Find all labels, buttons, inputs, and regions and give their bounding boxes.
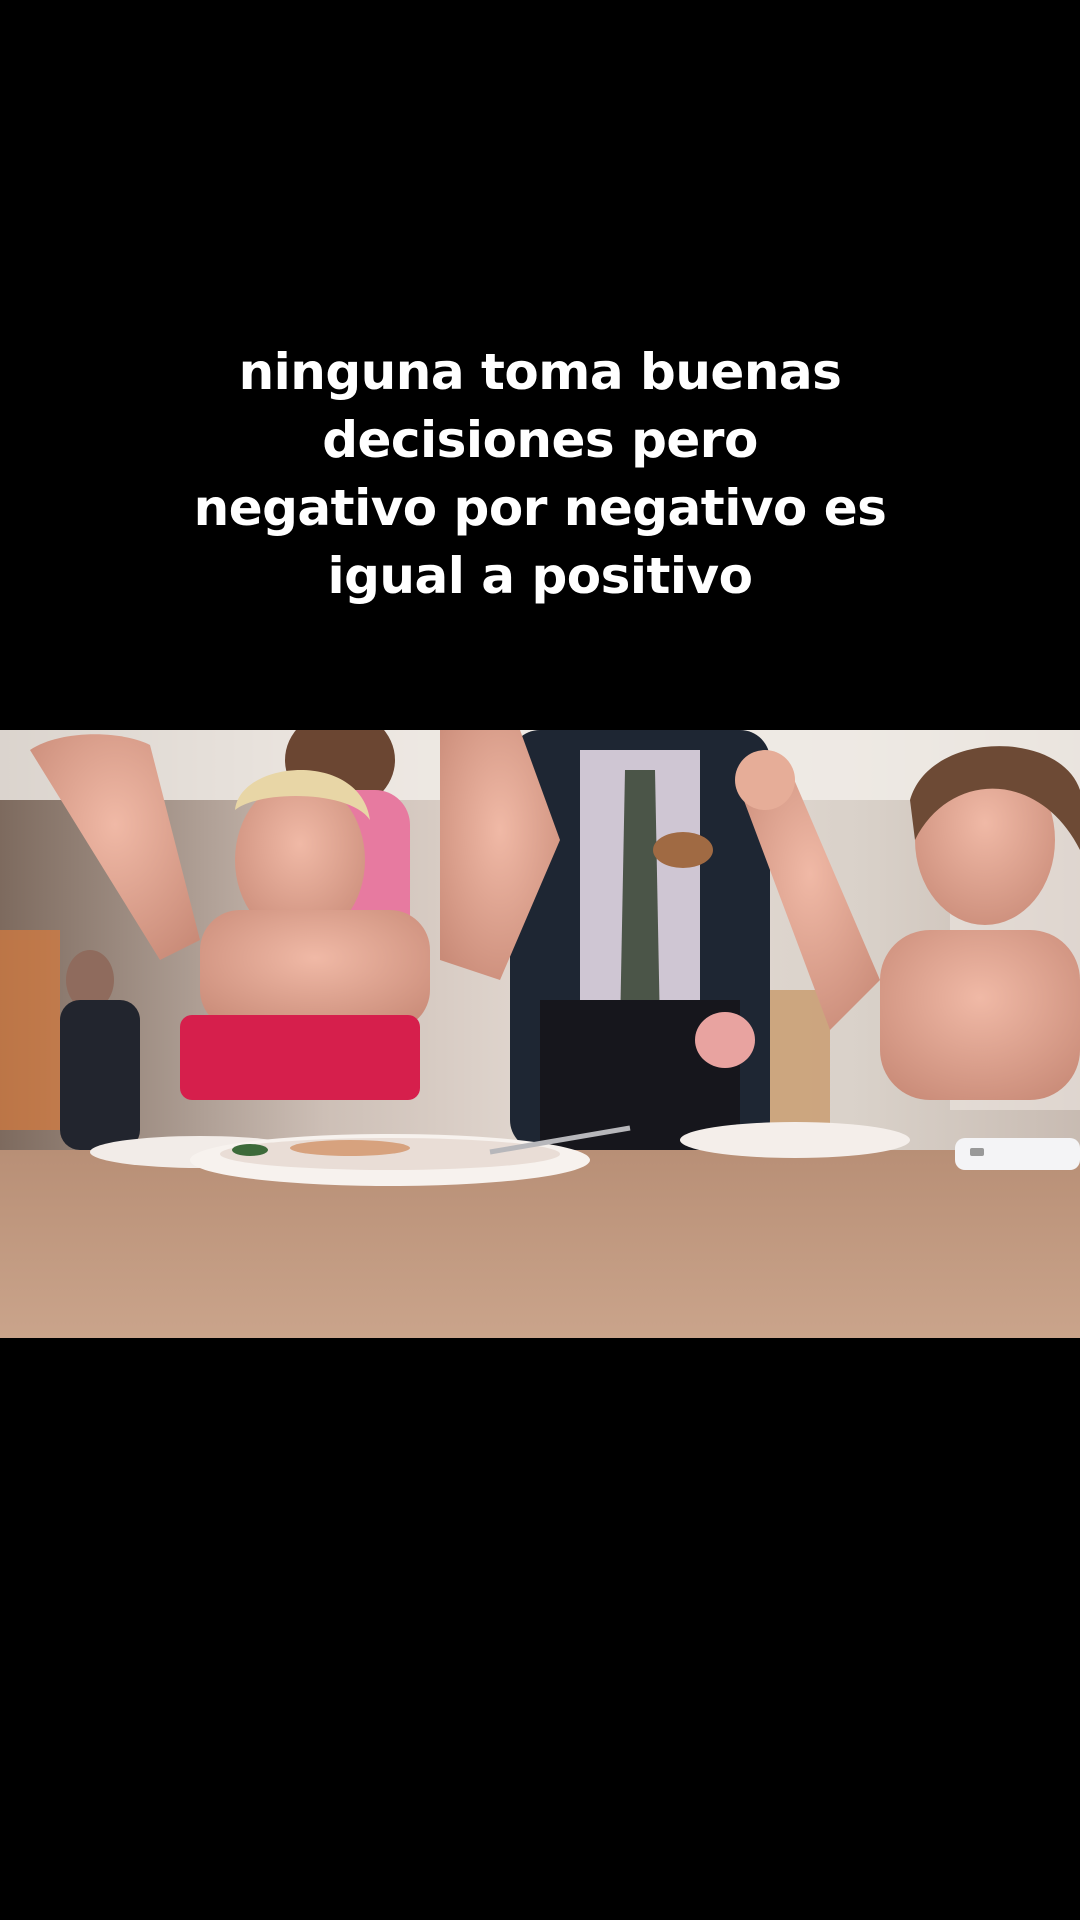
video-caption: ninguna toma buenas decisiones pero nega… xyxy=(0,338,1080,610)
background-person xyxy=(60,1000,140,1150)
red-dress xyxy=(180,1015,420,1100)
caption-line-1: ninguna toma buenas xyxy=(238,343,842,401)
video-screen[interactable]: ninguna toma buenas decisiones pero nega… xyxy=(0,0,1080,1920)
video-frame-image xyxy=(0,730,1080,1338)
plate-right xyxy=(680,1122,910,1158)
hand xyxy=(695,1012,755,1068)
food-in-hand xyxy=(653,832,713,868)
table xyxy=(0,1150,1080,1338)
caption-line-2: decisiones pero xyxy=(322,411,758,469)
caption-line-3: negativo por negativo es xyxy=(193,479,887,537)
caption-line-4: igual a positivo xyxy=(327,547,753,605)
wall-decor xyxy=(0,930,60,1130)
video-frame[interactable] xyxy=(0,730,1080,1338)
